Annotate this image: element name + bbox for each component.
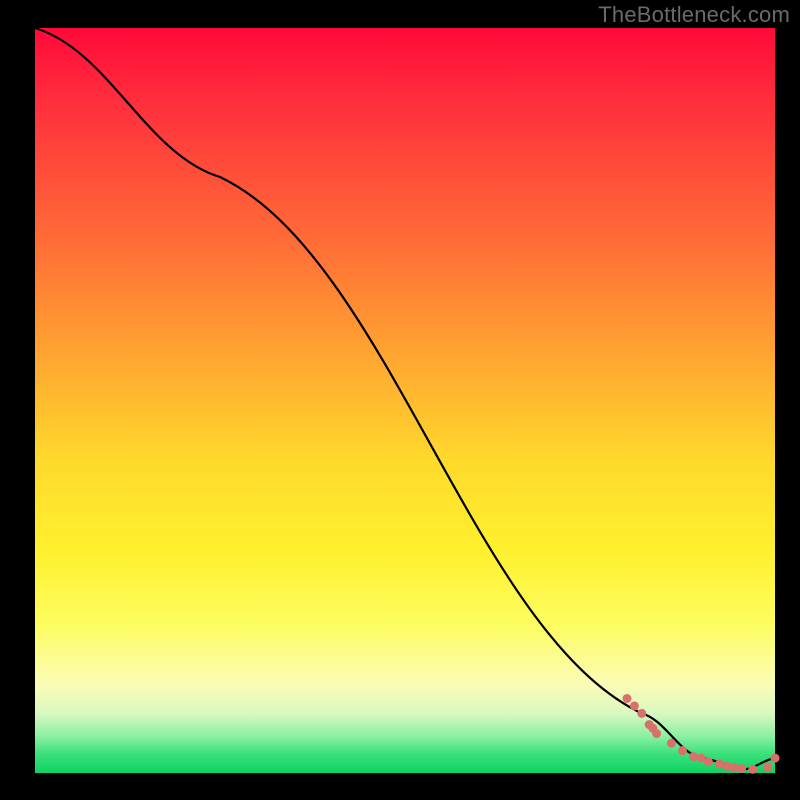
data-point <box>737 764 746 773</box>
chart-overlay <box>0 0 800 800</box>
data-point <box>748 765 757 774</box>
data-point <box>623 694 632 703</box>
watermark-text: TheBottleneck.com <box>598 2 790 28</box>
data-point <box>678 746 687 755</box>
data-point <box>771 754 780 763</box>
data-point <box>689 752 698 761</box>
chart-frame: TheBottleneck.com <box>0 0 800 800</box>
data-point <box>637 709 646 718</box>
data-point <box>722 762 731 771</box>
data-point <box>630 701 639 710</box>
data-point <box>667 739 676 748</box>
data-point <box>704 757 713 766</box>
scatter-markers <box>623 694 780 774</box>
data-point <box>763 763 772 772</box>
curve-line <box>35 28 775 769</box>
data-point <box>652 729 661 738</box>
